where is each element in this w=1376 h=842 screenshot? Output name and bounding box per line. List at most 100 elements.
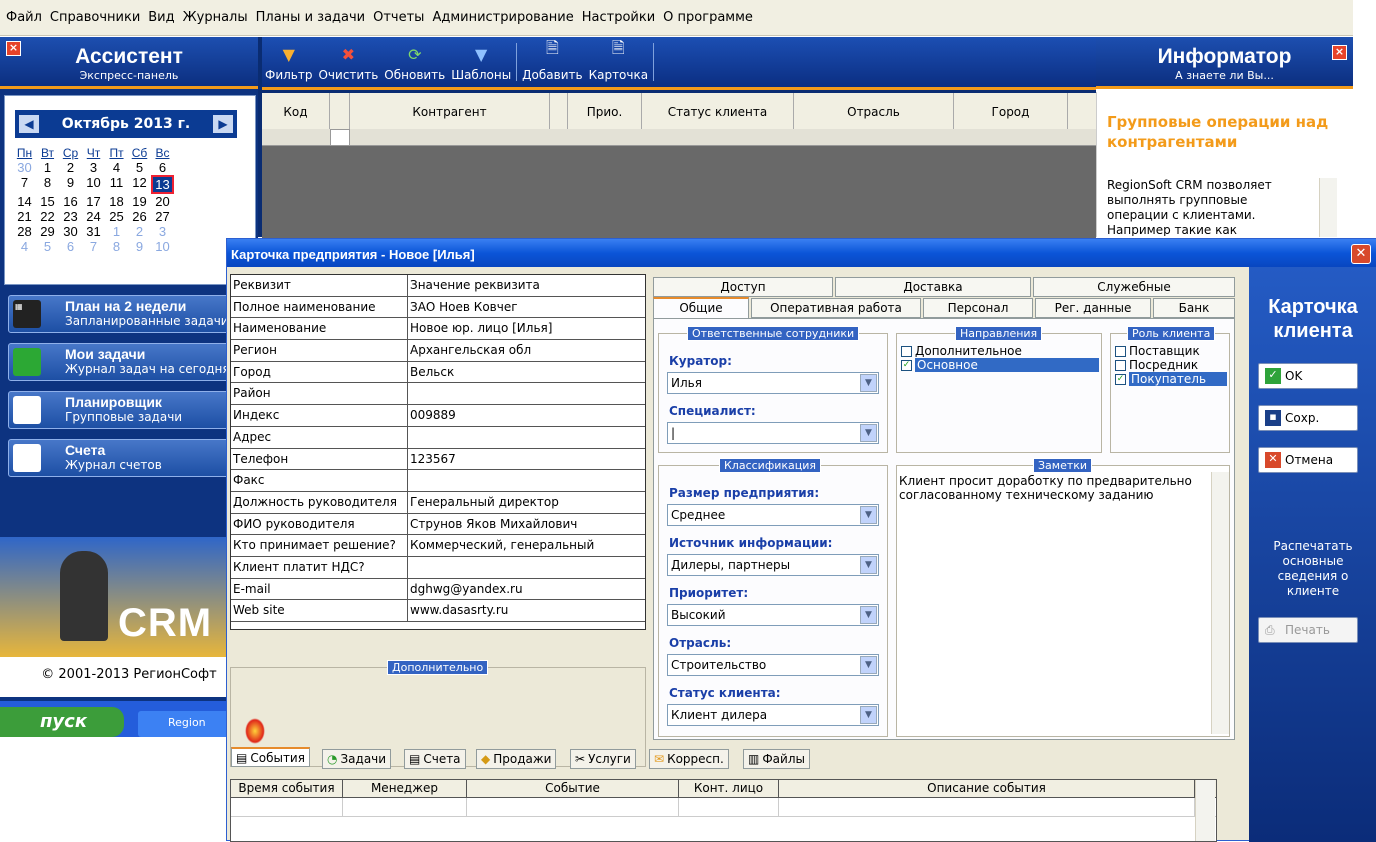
calendar-day[interactable]: 9 bbox=[59, 175, 82, 194]
tab-operations[interactable]: Оперативная работа bbox=[751, 298, 921, 318]
calendar-day[interactable]: 5 bbox=[128, 160, 151, 175]
priority-select[interactable]: Высокий ▼ bbox=[667, 604, 879, 626]
col-blank[interactable] bbox=[330, 93, 350, 129]
nav-planner[interactable]: Планировщик Групповые задачи bbox=[8, 391, 258, 429]
col-code[interactable]: Код bbox=[262, 93, 330, 129]
role-item[interactable]: ✓ Покупатель bbox=[1115, 372, 1227, 386]
nav-invoices[interactable]: Счета Журнал счетов bbox=[8, 439, 258, 477]
col-industry[interactable]: Отрасль bbox=[794, 93, 954, 129]
calendar-day[interactable]: 2 bbox=[59, 160, 82, 175]
calendar-day[interactable]: 17 bbox=[82, 194, 105, 209]
calendar-day[interactable]: 7 bbox=[13, 175, 36, 194]
menu-file[interactable]: Файл bbox=[6, 10, 42, 25]
table-row[interactable]: Адрес bbox=[231, 426, 645, 449]
table-row[interactable]: Город Вельск bbox=[231, 361, 645, 384]
row-cell[interactable] bbox=[231, 798, 343, 816]
add-button[interactable]: 🗎 Добавить bbox=[519, 37, 585, 87]
chevron-down-icon[interactable]: ▼ bbox=[860, 706, 877, 724]
assistant-close-icon[interactable]: × bbox=[6, 41, 21, 56]
calendar-day[interactable]: 21 bbox=[13, 209, 36, 224]
role-item[interactable]: Поставщик bbox=[1115, 344, 1227, 358]
checkbox-checked[interactable]: ✓ bbox=[1115, 373, 1126, 385]
tab-general[interactable]: Общие bbox=[653, 297, 749, 319]
requisite-value[interactable] bbox=[408, 427, 645, 448]
checkbox[interactable] bbox=[1115, 359, 1126, 371]
calendar-day[interactable]: 10 bbox=[151, 239, 174, 254]
tab-personnel[interactable]: Персонал bbox=[923, 298, 1033, 318]
requisite-value[interactable]: Архангельская обл bbox=[408, 340, 645, 361]
calendar-day[interactable]: 9 bbox=[128, 239, 151, 254]
calendar-day[interactable]: 15 bbox=[36, 194, 59, 209]
menu-directories[interactable]: Справочники bbox=[50, 10, 140, 25]
row-cell[interactable] bbox=[330, 129, 350, 146]
tab-events[interactable]: ▤ События bbox=[231, 747, 310, 767]
calendar-day[interactable]: 25 bbox=[105, 209, 128, 224]
calendar-day[interactable]: 27 bbox=[151, 209, 174, 224]
col-event[interactable]: Событие bbox=[467, 780, 679, 797]
col-client-status[interactable]: Статус клиента bbox=[642, 93, 794, 129]
requisite-value[interactable]: Генеральный директор bbox=[408, 492, 645, 513]
events-scrollbar[interactable] bbox=[1195, 780, 1215, 841]
refresh-button[interactable]: ⟳ Обновить bbox=[381, 37, 448, 87]
requisite-value[interactable]: www.dasasrty.ru bbox=[408, 600, 645, 621]
dialog-close-icon[interactable]: ✕ bbox=[1351, 244, 1371, 264]
notes-scrollbar[interactable] bbox=[1211, 472, 1229, 734]
table-row[interactable]: Клиент платит НДС? bbox=[231, 556, 645, 579]
chevron-down-icon[interactable]: ▼ bbox=[860, 424, 877, 442]
chevron-down-icon[interactable]: ▼ bbox=[860, 656, 877, 674]
ok-button[interactable]: ✓ OK bbox=[1258, 363, 1358, 389]
calendar-day[interactable]: 30 bbox=[13, 160, 36, 175]
calendar-day[interactable]: 8 bbox=[36, 175, 59, 194]
table-row[interactable]: Факс bbox=[231, 470, 645, 492]
source-select[interactable]: Дилеры, партнеры ▼ bbox=[667, 554, 879, 576]
calendar-day[interactable]: 22 bbox=[36, 209, 59, 224]
calendar-today[interactable]: 13 bbox=[151, 175, 174, 194]
row-cell[interactable] bbox=[679, 798, 779, 816]
calendar-day[interactable]: 16 bbox=[59, 194, 82, 209]
table-row[interactable] bbox=[262, 129, 1096, 146]
calendar-day[interactable]: 3 bbox=[82, 160, 105, 175]
table-row[interactable]: Полное наименование ЗАО Ноев Ковчег bbox=[231, 296, 645, 319]
informer-scrollbar[interactable] bbox=[1319, 178, 1337, 237]
card-button[interactable]: 🗎 Карточка bbox=[586, 37, 652, 87]
requisite-value[interactable]: dghwg@yandex.ru bbox=[408, 579, 645, 600]
calendar-day[interactable]: 14 bbox=[13, 194, 36, 209]
specialist-select[interactable]: | ▼ bbox=[667, 422, 879, 444]
table-row[interactable]: Индекс 009889 bbox=[231, 405, 645, 427]
tab-files[interactable]: ▥ Файлы bbox=[743, 749, 810, 769]
calendar-day[interactable]: 1 bbox=[36, 160, 59, 175]
table-row[interactable]: Регион Архангельская обл bbox=[231, 340, 645, 362]
menu-about[interactable]: О программе bbox=[663, 10, 753, 25]
checkbox[interactable] bbox=[901, 345, 912, 357]
calendar-day[interactable]: 12 bbox=[128, 175, 151, 194]
requisite-value[interactable]: Коммерческий, генеральный bbox=[408, 535, 645, 556]
col-description[interactable]: Описание события bbox=[779, 780, 1195, 797]
templates-button[interactable]: ▼ Шаблоны bbox=[448, 37, 514, 87]
row-cell[interactable] bbox=[343, 798, 467, 816]
chevron-down-icon[interactable]: ▼ bbox=[860, 606, 877, 624]
notes-text[interactable]: Клиент просит доработку по предварительн… bbox=[899, 474, 1199, 502]
requisite-value[interactable] bbox=[408, 557, 645, 578]
col-contractor[interactable]: Контрагент bbox=[350, 93, 550, 129]
checkbox-checked[interactable]: ✓ bbox=[901, 359, 912, 371]
calendar-day[interactable]: 2 bbox=[128, 224, 151, 239]
row-cell[interactable] bbox=[467, 798, 679, 816]
calendar-day[interactable]: 6 bbox=[59, 239, 82, 254]
calendar-day[interactable]: 1 bbox=[105, 224, 128, 239]
tab-service[interactable]: Служебные bbox=[1033, 277, 1235, 297]
table-row[interactable]: Должность руководителя Генеральный директ… bbox=[231, 491, 645, 514]
industry-select[interactable]: Строительство ▼ bbox=[667, 654, 879, 676]
calendar-day[interactable]: 20 bbox=[151, 194, 174, 209]
menu-reports[interactable]: Отчеты bbox=[373, 10, 424, 25]
table-row[interactable]: ФИО руководителя Струнов Яков Михайлович bbox=[231, 513, 645, 536]
informer-close-icon[interactable]: × bbox=[1332, 45, 1347, 60]
row-cell[interactable] bbox=[779, 798, 1195, 816]
col-blank[interactable] bbox=[550, 93, 568, 129]
requisite-value[interactable]: 123567 bbox=[408, 449, 645, 470]
checkbox[interactable] bbox=[1115, 345, 1126, 357]
col-priority[interactable]: Прио. bbox=[568, 93, 642, 129]
calendar-day[interactable]: 8 bbox=[105, 239, 128, 254]
calendar-day[interactable]: 23 bbox=[59, 209, 82, 224]
calendar-day[interactable]: 11 bbox=[105, 175, 128, 194]
cancel-button[interactable]: ✕ Отмена bbox=[1258, 447, 1358, 473]
